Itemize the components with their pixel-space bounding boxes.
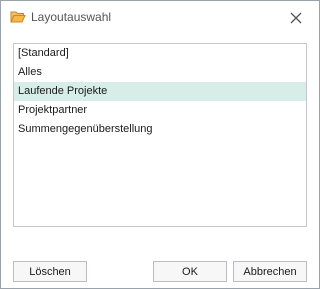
dialog-title: Layoutauswahl [31, 10, 112, 24]
list-item-laufende-projekte[interactable]: Laufende Projekte [14, 82, 306, 101]
list-item-standard[interactable]: [Standard] [14, 44, 306, 63]
list-item-alles[interactable]: Alles [14, 63, 306, 82]
layout-list[interactable]: [Standard] Alles Laufende Projekte Proje… [13, 43, 307, 227]
folder-open-icon [10, 10, 26, 24]
close-icon [290, 12, 302, 24]
ok-button[interactable]: OK [153, 261, 227, 282]
list-item-projektpartner[interactable]: Projektpartner [14, 101, 306, 120]
layout-selection-dialog: Layoutauswahl [Standard] Alles Laufende … [0, 0, 320, 289]
cancel-button[interactable]: Abbrechen [233, 261, 307, 282]
list-item-summengegenueberstellung[interactable]: Summengegenüberstellung [14, 120, 306, 139]
title-bar[interactable]: Layoutauswahl [1, 1, 319, 33]
delete-button[interactable]: Löschen [13, 261, 87, 282]
close-button[interactable] [287, 9, 305, 27]
